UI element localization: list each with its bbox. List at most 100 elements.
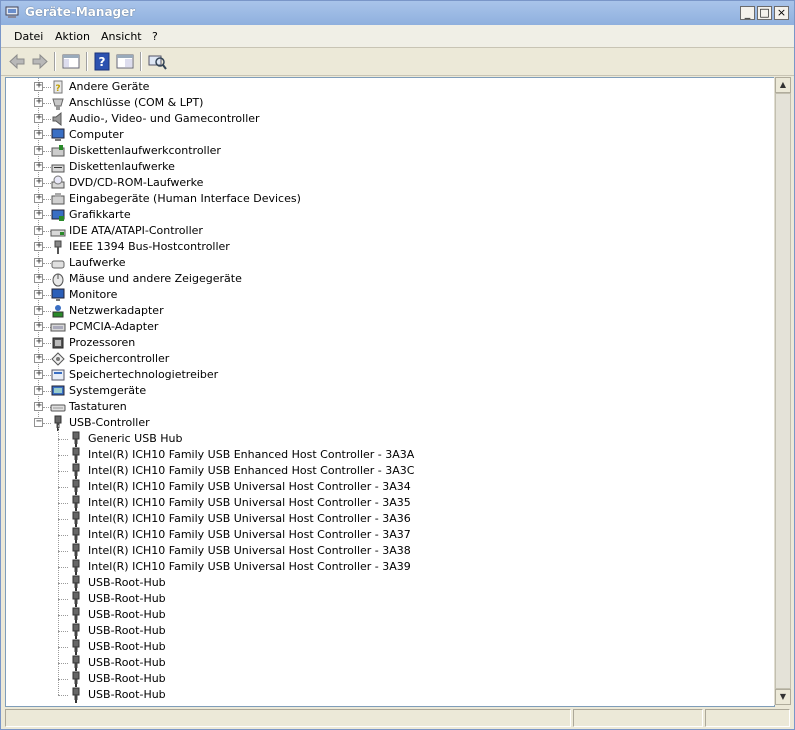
device-row[interactable]: USB-Root-Hub bbox=[6, 687, 766, 703]
tree-connector bbox=[58, 631, 68, 632]
expand-toggle-icon[interactable]: + bbox=[34, 208, 43, 219]
category-label: Tastaturen bbox=[69, 400, 127, 413]
category-row[interactable]: − USB-Controller bbox=[6, 415, 766, 431]
device-row[interactable]: Intel(R) ICH10 Family USB Universal Host… bbox=[6, 543, 766, 559]
category-row[interactable]: + Monitore bbox=[6, 287, 766, 303]
category-row[interactable]: + Diskettenlaufwerke bbox=[6, 159, 766, 175]
tree-connector bbox=[58, 583, 68, 584]
tree-connector bbox=[58, 567, 68, 568]
scroll-down-button[interactable]: ▼ bbox=[775, 689, 791, 705]
device-label: Intel(R) ICH10 Family USB Universal Host… bbox=[88, 512, 411, 525]
category-row[interactable]: + Netzwerkadapter bbox=[6, 303, 766, 319]
scroll-thumb[interactable] bbox=[775, 93, 791, 689]
device-row[interactable]: USB-Root-Hub bbox=[6, 591, 766, 607]
back-icon[interactable] bbox=[7, 52, 27, 71]
device-row[interactable]: USB-Root-Hub bbox=[6, 639, 766, 655]
floppy-controller-icon bbox=[51, 145, 65, 157]
device-row[interactable]: Intel(R) ICH10 Family USB Universal Host… bbox=[6, 511, 766, 527]
category-row[interactable]: + Eingabegeräte (Human Interface Devices) bbox=[6, 191, 766, 207]
device-row[interactable]: Intel(R) ICH10 Family USB Universal Host… bbox=[6, 495, 766, 511]
expand-toggle-icon[interactable]: + bbox=[34, 304, 43, 315]
device-row[interactable]: Intel(R) ICH10 Family USB Universal Host… bbox=[6, 559, 766, 575]
category-row[interactable]: + Speichercontroller bbox=[6, 351, 766, 367]
category-row[interactable]: + Tastaturen bbox=[6, 399, 766, 415]
expand-toggle-icon[interactable]: + bbox=[34, 256, 43, 267]
help-icon[interactable]: ? bbox=[92, 52, 112, 71]
expand-toggle-icon[interactable]: + bbox=[34, 384, 43, 395]
category-label: IEEE 1394 Bus-Hostcontroller bbox=[69, 240, 230, 253]
collapse-toggle-icon[interactable]: − bbox=[34, 416, 43, 427]
device-label: USB-Root-Hub bbox=[88, 592, 166, 605]
forward-icon[interactable] bbox=[30, 52, 50, 71]
close-button[interactable]: × bbox=[774, 6, 789, 20]
category-row[interactable]: + Speichertechnologietreiber bbox=[6, 367, 766, 383]
minimize-button[interactable]: _ bbox=[740, 6, 755, 20]
tree-connector bbox=[58, 551, 68, 552]
category-row[interactable]: + Computer bbox=[6, 127, 766, 143]
category-row[interactable]: + Grafikkarte bbox=[6, 207, 766, 223]
maximize-button[interactable]: □ bbox=[757, 6, 772, 20]
expand-toggle-icon[interactable]: + bbox=[34, 176, 43, 187]
category-row[interactable]: + Mäuse und andere Zeigegeräte bbox=[6, 271, 766, 287]
category-row[interactable]: + Anschlüsse (COM & LPT) bbox=[6, 95, 766, 111]
expand-toggle-icon[interactable]: + bbox=[34, 112, 43, 123]
category-row[interactable]: + Audio-, Video- und Gamecontroller bbox=[6, 111, 766, 127]
toggle-glyph: + bbox=[36, 320, 43, 331]
expand-toggle-icon[interactable]: + bbox=[34, 128, 43, 139]
expand-toggle-icon[interactable]: + bbox=[34, 400, 43, 411]
firewire-icon bbox=[54, 240, 62, 254]
device-label: Intel(R) ICH10 Family USB Universal Host… bbox=[88, 528, 411, 541]
device-label: Generic USB Hub bbox=[88, 432, 183, 445]
device-row[interactable]: Intel(R) ICH10 Family USB Universal Host… bbox=[6, 479, 766, 495]
device-row[interactable]: USB-Root-Hub bbox=[6, 623, 766, 639]
category-row[interactable]: + Systemgeräte bbox=[6, 383, 766, 399]
expand-toggle-icon[interactable]: + bbox=[34, 80, 43, 91]
device-row[interactable]: Intel(R) ICH10 Family USB Enhanced Host … bbox=[6, 463, 766, 479]
menu-help[interactable]: ? bbox=[152, 30, 158, 43]
expand-toggle-icon[interactable]: + bbox=[34, 192, 43, 203]
expand-toggle-icon[interactable]: + bbox=[34, 352, 43, 363]
expand-toggle-icon[interactable]: + bbox=[34, 96, 43, 107]
svg-text:?: ? bbox=[99, 55, 106, 69]
properties-icon[interactable] bbox=[115, 52, 135, 71]
scan-hardware-icon[interactable] bbox=[147, 52, 167, 71]
storage-controller-icon bbox=[51, 352, 65, 366]
category-row[interactable]: + Laufwerke bbox=[6, 255, 766, 271]
show-hide-console-tree-icon[interactable] bbox=[61, 52, 81, 71]
device-row[interactable]: Intel(R) ICH10 Family USB Enhanced Host … bbox=[6, 447, 766, 463]
title-bar[interactable]: Geräte-Manager _ □ × bbox=[1, 1, 794, 25]
device-row[interactable]: USB-Root-Hub bbox=[6, 655, 766, 671]
tree-connector bbox=[58, 663, 68, 664]
expand-toggle-icon[interactable]: + bbox=[34, 144, 43, 155]
category-row[interactable]: + PCMCIA-Adapter bbox=[6, 319, 766, 335]
expand-toggle-icon[interactable]: + bbox=[34, 224, 43, 235]
device-tree[interactable]: +? Andere Geräte + Anschlüsse (COM & LPT) + A… bbox=[5, 77, 775, 707]
category-label: IDE ATA/ATAPI-Controller bbox=[69, 224, 203, 237]
category-row[interactable]: + DVD/CD-ROM-Laufwerke bbox=[6, 175, 766, 191]
expand-toggle-icon[interactable]: + bbox=[34, 240, 43, 251]
expand-toggle-icon[interactable]: + bbox=[34, 336, 43, 347]
vertical-scrollbar[interactable]: ▲ ▼ bbox=[774, 77, 791, 705]
expand-toggle-icon[interactable]: + bbox=[34, 160, 43, 171]
category-label: Diskettenlaufwerkcontroller bbox=[69, 144, 221, 157]
scroll-up-button[interactable]: ▲ bbox=[775, 77, 791, 93]
toggle-glyph: + bbox=[36, 192, 43, 203]
category-row[interactable]: + Prozessoren bbox=[6, 335, 766, 351]
expand-toggle-icon[interactable]: + bbox=[34, 272, 43, 283]
expand-toggle-icon[interactable]: + bbox=[34, 368, 43, 379]
expand-toggle-icon[interactable]: + bbox=[34, 288, 43, 299]
category-row[interactable]: + Diskettenlaufwerkcontroller bbox=[6, 143, 766, 159]
device-row[interactable]: USB-Root-Hub bbox=[6, 607, 766, 623]
expand-toggle-icon[interactable]: + bbox=[34, 320, 43, 331]
menu-ansicht[interactable]: Ansicht bbox=[101, 30, 142, 43]
device-row[interactable]: USB-Root-Hub bbox=[6, 575, 766, 591]
tree-connector bbox=[58, 519, 68, 520]
category-row[interactable]: + IEEE 1394 Bus-Hostcontroller bbox=[6, 239, 766, 255]
category-row[interactable]: +? Andere Geräte bbox=[6, 79, 766, 95]
menu-datei[interactable]: Datei bbox=[14, 30, 43, 43]
device-row[interactable]: USB-Root-Hub bbox=[6, 671, 766, 687]
category-row[interactable]: + IDE ATA/ATAPI-Controller bbox=[6, 223, 766, 239]
menu-aktion[interactable]: Aktion bbox=[55, 30, 90, 43]
device-row[interactable]: Intel(R) ICH10 Family USB Universal Host… bbox=[6, 527, 766, 543]
device-row[interactable]: Generic USB Hub bbox=[6, 431, 766, 447]
